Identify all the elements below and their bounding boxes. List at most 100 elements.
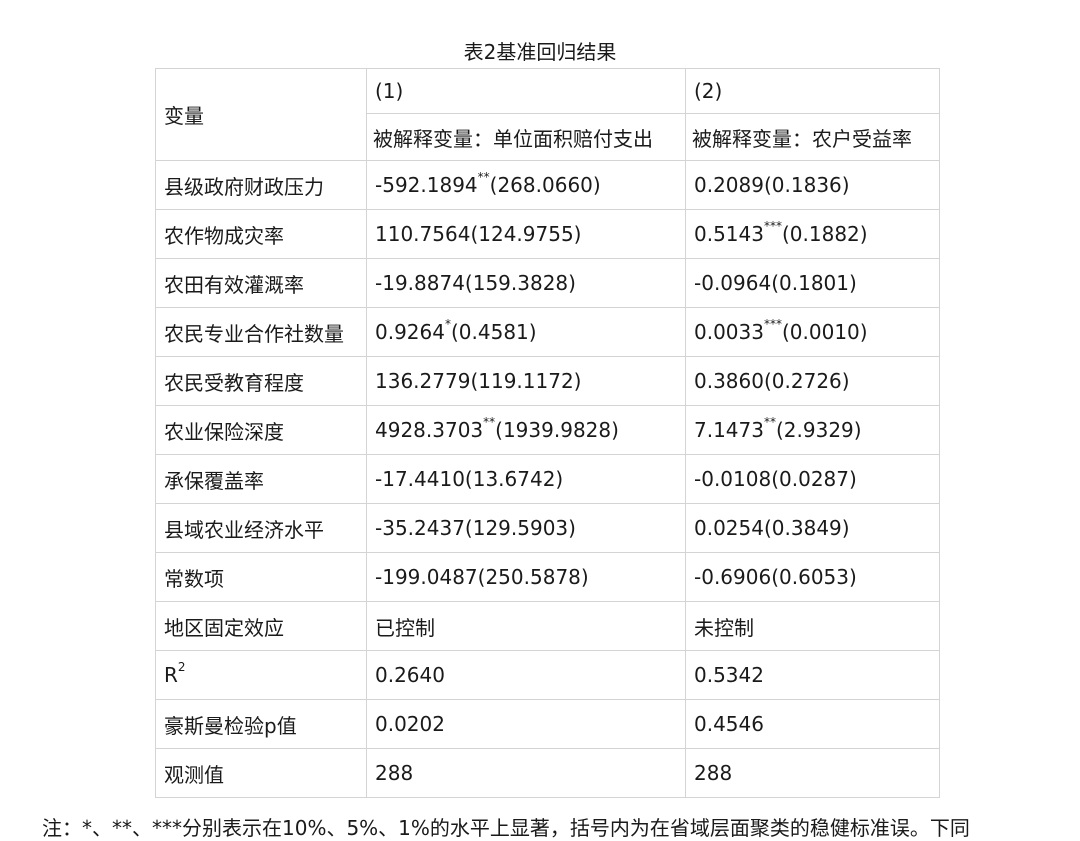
table-row: 承保覆盖率 -17.4410(13.6742) -0.0108(0.0287)	[155, 454, 940, 504]
row-label: R2	[155, 650, 367, 700]
row-label-text: 承保覆盖率	[164, 468, 264, 493]
coefficient: 0.0202	[375, 712, 445, 736]
coefficient: -19.8874	[375, 271, 465, 295]
standard-error: (119.1172)	[470, 369, 582, 393]
coefficient: 0.5342	[694, 663, 764, 687]
cell-c2: 0.2089(0.1836)	[685, 160, 940, 210]
cell-c2: 未控制	[685, 601, 940, 651]
coefficient: -0.6906	[694, 565, 772, 589]
row-label: 豪斯曼检验p值	[155, 699, 367, 749]
row-label-text: 县域农业经济水平	[164, 517, 324, 542]
cell-c2: 288	[685, 748, 940, 798]
significance-stars: **	[477, 170, 490, 185]
coefficient: 0.3860	[694, 369, 764, 393]
coefficient: 0.5143	[694, 222, 764, 246]
row-label-text: 地区固定效应	[164, 615, 284, 640]
coefficient: 已控制	[375, 615, 435, 640]
row-label: 承保覆盖率	[155, 454, 367, 504]
cell-c2: 7.1473**(2.9329)	[685, 405, 940, 455]
table-row: 农业保险深度 4928.3703**(1939.9828) 7.1473**(2.9…	[155, 405, 940, 455]
row-label: 县级政府财政压力	[155, 160, 367, 210]
standard-error: (268.0660)	[489, 173, 601, 197]
row-label-text: 豪斯曼检验p值	[164, 713, 297, 738]
header-row-model: 变量 (1) (2)	[155, 68, 940, 161]
significance-stars: *	[444, 317, 451, 332]
row-label-text: 观测值	[164, 762, 224, 787]
header-col2: (2)	[685, 68, 940, 114]
significance-stars: **	[483, 415, 496, 430]
cell-c1: 0.9264*(0.4581)	[366, 307, 686, 357]
cell-c2: 0.5143***(0.1882)	[685, 209, 940, 259]
significance-stars: ***	[763, 317, 782, 332]
table-row: 农作物成灾率 110.7564(124.9755) 0.5143***(0.1882…	[155, 209, 940, 259]
standard-error: (159.3828)	[464, 271, 576, 295]
row-label: 农业保险深度	[155, 405, 367, 455]
coefficient: 110.7564	[375, 222, 471, 246]
row-label: 农民专业合作社数量	[155, 307, 367, 357]
row-label: 农田有效灌溉率	[155, 258, 367, 308]
cell-c2: -0.6906(0.6053)	[685, 552, 940, 602]
row-label: 地区固定效应	[155, 601, 367, 651]
coefficient: -592.1894	[375, 173, 478, 197]
row-label: 农作物成灾率	[155, 209, 367, 259]
table-row: 地区固定效应 已控制 未控制	[155, 601, 940, 651]
cell-c1: -199.0487(250.5878)	[366, 552, 686, 602]
standard-error: (1939.9828)	[495, 418, 619, 442]
cell-c2: 0.3860(0.2726)	[685, 356, 940, 406]
cell-c1: -35.2437(129.5903)	[366, 503, 686, 553]
table-row: 观测值 288 288	[155, 748, 940, 798]
table-row: 县级政府财政压力 -592.1894**(268.0660) 0.2089(0.18…	[155, 160, 940, 210]
standard-error: (124.9755)	[470, 222, 582, 246]
standard-error: (0.1836)	[763, 173, 850, 197]
table-row: 农田有效灌溉率 -19.8874(159.3828) -0.0964(0.1801)	[155, 258, 940, 308]
cell-c2: 0.5342	[685, 650, 940, 700]
row-label: 县域农业经济水平	[155, 503, 367, 553]
coefficient: -199.0487	[375, 565, 478, 589]
row-label-text: 农民专业合作社数量	[164, 321, 344, 346]
cell-c2: 0.0033***(0.0010)	[685, 307, 940, 357]
coefficient: 288	[694, 761, 733, 785]
cell-c2: -0.0964(0.1801)	[685, 258, 940, 308]
cell-c1: 已控制	[366, 601, 686, 651]
row-label-text: 农田有效灌溉率	[164, 272, 304, 297]
row-label: 农民受教育程度	[155, 356, 367, 406]
coefficient: 0.0254	[694, 516, 764, 540]
table-row: 豪斯曼检验p值 0.0202 0.4546	[155, 699, 940, 749]
table-row: 农民专业合作社数量 0.9264*(0.4581) 0.0033***(0.0010…	[155, 307, 940, 357]
standard-error: (0.2726)	[763, 369, 850, 393]
row-label-superscript: 2	[177, 660, 186, 675]
table-row: R2 0.2640 0.5342	[155, 650, 940, 700]
cell-c2: -0.0108(0.0287)	[685, 454, 940, 504]
table-row: 农民受教育程度 136.2779(119.1172) 0.3860(0.2726)	[155, 356, 940, 406]
significance-stars: ***	[763, 219, 782, 234]
table-row: 常数项 -199.0487(250.5878) -0.6906(0.6053)	[155, 552, 940, 602]
standard-error: (250.5878)	[477, 565, 589, 589]
coefficient: 0.2640	[375, 663, 445, 687]
header-dep2: 被解释变量：农户受益率	[685, 113, 940, 161]
coefficient: 0.2089	[694, 173, 764, 197]
coefficient: 288	[375, 761, 414, 785]
standard-error: (0.1882)	[781, 222, 868, 246]
cell-c1: 0.2640	[366, 650, 686, 700]
coefficient: 未控制	[694, 615, 754, 640]
standard-error: (0.0287)	[771, 467, 857, 491]
standard-error: (0.4581)	[450, 320, 537, 344]
row-label-text: 县级政府财政压力	[164, 174, 324, 199]
cell-c1: 110.7564(124.9755)	[366, 209, 686, 259]
row-label: 常数项	[155, 552, 367, 602]
header-variable: 变量	[155, 68, 367, 161]
standard-error: (2.9329)	[775, 418, 862, 442]
standard-error: (129.5903)	[464, 516, 576, 540]
coefficient: 136.2779	[375, 369, 471, 393]
significance-stars: **	[763, 415, 776, 430]
standard-error: (13.6742)	[464, 467, 564, 491]
regression-table: 变量 (1) (2) 被解释变量：单位面积赔付支出 被解释变量：农户受益率 县级…	[155, 68, 940, 798]
cell-c2: 0.0254(0.3849)	[685, 503, 940, 553]
standard-error: (0.3849)	[763, 516, 850, 540]
coefficient: 0.4546	[694, 712, 764, 736]
table-title: 表2基准回归结果	[463, 40, 617, 64]
row-label-text: 农业保险深度	[164, 419, 284, 444]
row-label-text: R	[164, 663, 178, 687]
header-dep1: 被解释变量：单位面积赔付支出	[366, 113, 686, 161]
cell-c1: 288	[366, 748, 686, 798]
